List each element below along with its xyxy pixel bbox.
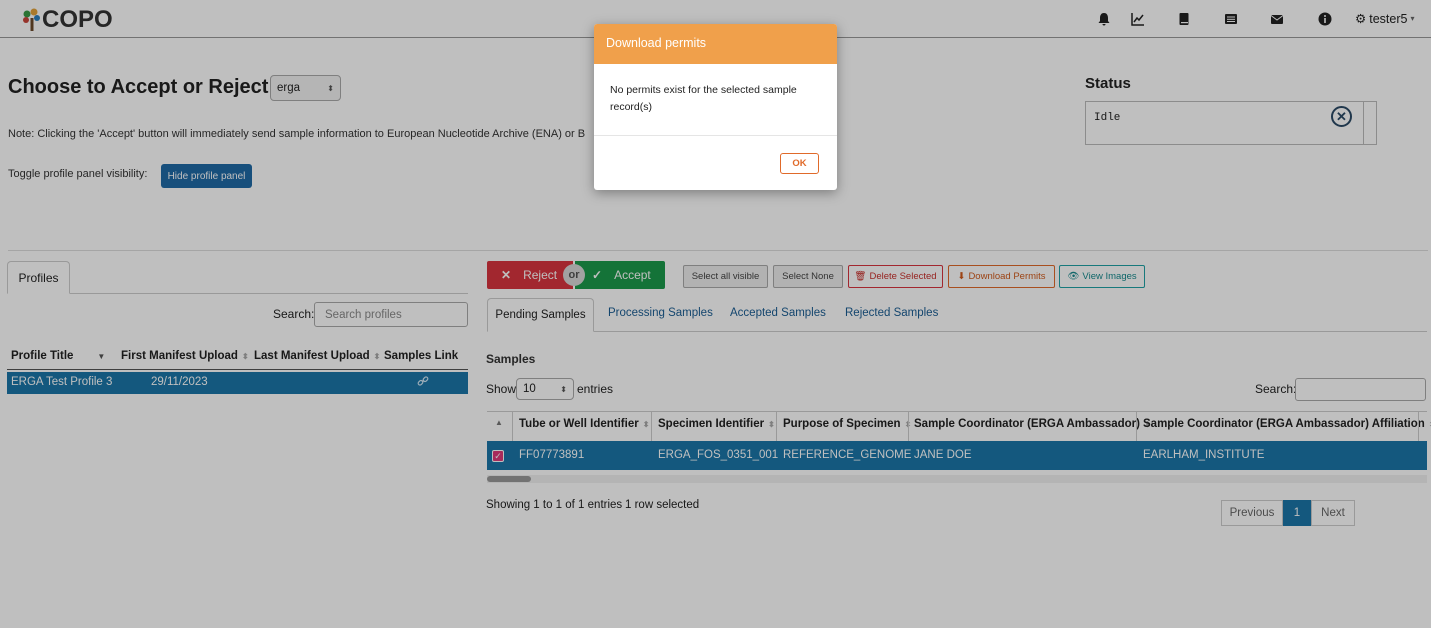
modal-title: Download permits: [594, 24, 837, 64]
ok-button[interactable]: OK: [780, 153, 819, 174]
modal-message: No permits exist for the selected sample…: [594, 64, 837, 136]
download-permits-modal: Download permits No permits exist for th…: [594, 24, 837, 190]
